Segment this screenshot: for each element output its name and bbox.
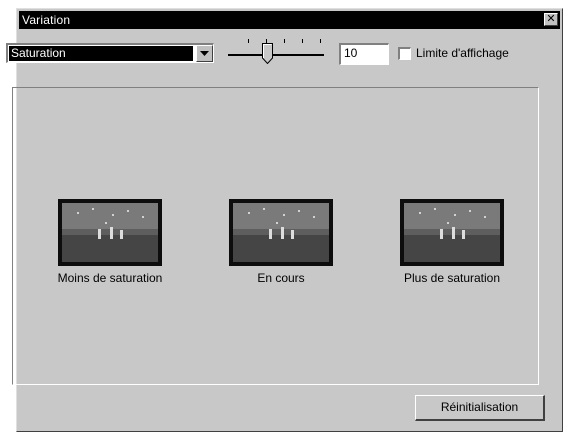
step-slider[interactable] [228,36,324,72]
landscape-thumbnail-icon [58,199,162,266]
title-bar[interactable]: Variation ✕ [19,11,560,29]
chevron-down-icon [200,50,209,56]
close-button[interactable]: ✕ [544,13,558,26]
preview-more-saturation[interactable] [400,199,504,266]
slider-tick [248,39,249,43]
adjustment-select[interactable]: Saturation [6,43,214,63]
preview-label-current: En cours [257,271,305,285]
close-icon: ✕ [546,13,556,25]
slider-tick [302,39,303,43]
preview-label-more: Plus de saturation [403,271,501,285]
landscape-thumbnail-icon [229,199,333,266]
window-title: Variation [22,13,71,27]
reset-button[interactable]: Réinitialisation [415,395,545,421]
preview-label-less: Moins de saturation [57,271,163,285]
slider-thumb[interactable] [262,43,273,64]
preview-current[interactable] [229,199,333,266]
limit-display-checkbox[interactable] [398,47,411,60]
dropdown-button[interactable] [196,45,213,62]
step-value-input[interactable]: 10 [339,43,389,65]
preview-less-saturation[interactable] [58,199,162,266]
limit-display-label: Limite d'affichage [416,46,509,60]
adjustment-select-value: Saturation [9,46,193,61]
slider-track [228,54,324,56]
landscape-thumbnail-icon [400,199,504,266]
slider-tick [320,39,321,43]
slider-tick [284,39,285,43]
